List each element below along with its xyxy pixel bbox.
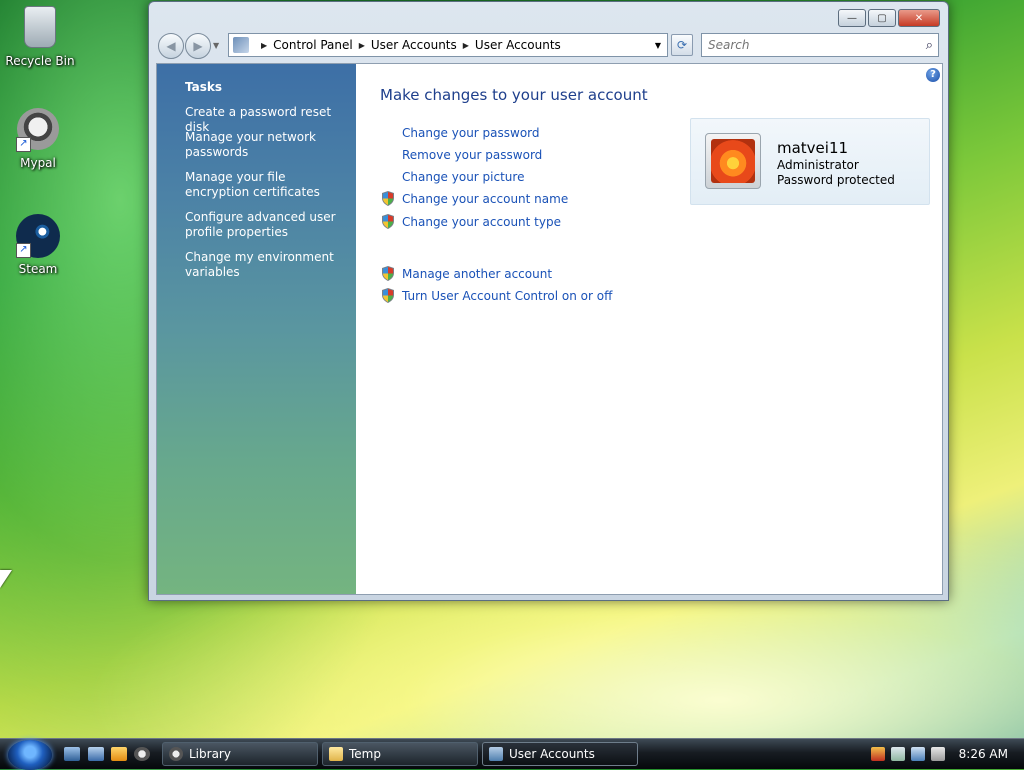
window-controls: — ▢ ✕ — [838, 9, 940, 27]
taskbar-button-label: Temp — [349, 747, 381, 761]
help-icon[interactable]: ? — [926, 68, 940, 82]
breadcrumb-control-panel[interactable]: Control Panel — [273, 38, 353, 52]
switch-windows-icon[interactable] — [88, 747, 104, 761]
show-desktop-icon[interactable] — [64, 747, 80, 761]
user-accounts-icon — [489, 747, 503, 761]
maximize-button[interactable]: ▢ — [868, 9, 896, 27]
security-shield-icon[interactable] — [870, 747, 885, 761]
uac-shield-icon — [382, 191, 394, 206]
desktop-icon-steam[interactable]: ↗ Steam — [0, 214, 78, 276]
task-manage-file-encryption-certificates[interactable]: Manage your file encryption certificates — [185, 170, 345, 200]
recent-pages-dropdown[interactable]: ▼ — [213, 41, 219, 59]
address-bar[interactable]: ▶ Control Panel ▶ User Accounts ▶ User A… — [228, 33, 668, 57]
folder-icon — [329, 747, 343, 761]
link-turn-uac-on-off[interactable]: Turn User Account Control on or off — [402, 289, 612, 303]
taskbar-button-temp[interactable]: Temp — [322, 742, 478, 766]
forward-arrow-icon: ▶ — [193, 39, 203, 53]
desktop-icon-label: Steam — [18, 262, 58, 276]
minimize-button[interactable]: — — [838, 9, 866, 27]
task-change-environment-variables[interactable]: Change my environment variables — [185, 250, 345, 280]
desktop-icon-mypal[interactable]: ↗ Mypal — [0, 108, 78, 170]
user-accounts-window: — ▢ ✕ ◀ ▶ ▼ ▶ Control Panel ▶ User Accou… — [148, 1, 949, 601]
system-tray: 8:26 AM — [870, 739, 1024, 769]
control-panel-icon — [233, 37, 249, 53]
mypal-icon — [169, 747, 183, 761]
taskbar-button-user-accounts[interactable]: User Accounts — [482, 742, 638, 766]
start-button[interactable] — [8, 740, 52, 770]
task-manage-network-passwords[interactable]: Manage your network passwords — [185, 130, 345, 160]
refresh-button[interactable]: ⟳ — [671, 34, 693, 56]
breadcrumb-separator-icon[interactable]: ▶ — [261, 41, 267, 50]
link-change-account-name[interactable]: Change your account name — [402, 192, 568, 206]
tasks-pane: Tasks Create a password reset disk Manag… — [157, 64, 356, 594]
uac-shield-icon — [382, 288, 394, 303]
taskbar-button-library[interactable]: Library — [162, 742, 318, 766]
task-configure-user-profile-properties[interactable]: Configure advanced user profile properti… — [185, 210, 345, 240]
close-button[interactable]: ✕ — [898, 9, 940, 27]
safely-remove-hardware-icon[interactable] — [890, 747, 905, 761]
mypal-quicklaunch-icon[interactable] — [134, 747, 150, 761]
desktop-icon-label: Recycle Bin — [5, 54, 75, 68]
search-input[interactable] — [702, 37, 910, 53]
taskbar-button-label: Library — [189, 747, 231, 761]
link-remove-password[interactable]: Remove your password — [402, 148, 542, 162]
link-change-picture[interactable]: Change your picture — [402, 170, 524, 184]
volume-muted-icon[interactable] — [930, 747, 945, 761]
breadcrumb-user-accounts-current[interactable]: User Accounts — [475, 38, 561, 52]
flower-picture-icon — [711, 139, 755, 183]
media-player-icon[interactable] — [111, 747, 127, 761]
forward-button[interactable]: ▶ — [185, 33, 211, 59]
shortcut-arrow-icon: ↗ — [16, 137, 31, 152]
user-account-card: matvei11 Administrator Password protecte… — [690, 118, 930, 205]
steam-icon: ↗ — [16, 214, 60, 258]
address-dropdown-icon[interactable]: ▼ — [655, 41, 661, 50]
user-role: Administrator — [777, 158, 859, 172]
content-area: Tasks Create a password reset disk Manag… — [156, 63, 943, 595]
desktop-icon-label: Mypal — [20, 156, 56, 170]
breadcrumb-user-accounts[interactable]: User Accounts — [371, 38, 457, 52]
mouse-cursor-icon — [0, 570, 12, 588]
back-button[interactable]: ◀ — [158, 33, 184, 59]
avatar — [705, 133, 761, 189]
search-box[interactable]: ⌕ — [701, 33, 939, 57]
shortcut-arrow-icon: ↗ — [16, 243, 31, 258]
user-name: matvei11 — [777, 139, 849, 157]
uac-shield-icon — [382, 266, 394, 281]
back-arrow-icon: ◀ — [166, 39, 176, 53]
breadcrumb-separator-icon[interactable]: ▶ — [463, 41, 469, 50]
network-icon[interactable] — [910, 747, 925, 761]
recycle-bin-icon — [18, 6, 62, 50]
link-manage-another-account[interactable]: Manage another account — [402, 267, 552, 281]
taskbar-button-label: User Accounts — [509, 747, 595, 761]
user-status: Password protected — [777, 173, 895, 187]
breadcrumb-separator-icon[interactable]: ▶ — [359, 41, 365, 50]
uac-shield-icon — [382, 214, 394, 229]
navigation-buttons: ◀ ▶ ▼ — [158, 33, 219, 59]
clock[interactable]: 8:26 AM — [959, 747, 1008, 761]
link-change-password[interactable]: Change your password — [402, 126, 540, 140]
page-title: Make changes to your user account — [380, 86, 648, 104]
link-change-account-type[interactable]: Change your account type — [402, 215, 561, 229]
desktop-icon-recycle-bin[interactable]: Recycle Bin — [0, 4, 80, 68]
mypal-icon: ↗ — [16, 108, 60, 152]
taskbar: Library Temp User Accounts 8:26 AM — [0, 738, 1024, 770]
tasks-heading: Tasks — [185, 80, 223, 94]
search-icon[interactable]: ⌕ — [926, 38, 933, 53]
